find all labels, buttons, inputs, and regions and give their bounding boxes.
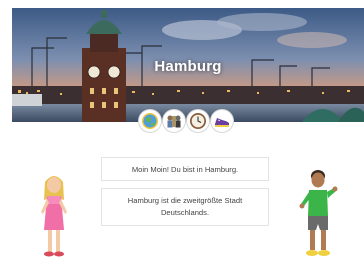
globe-icon — [142, 113, 158, 129]
clock-icon — [190, 113, 206, 129]
dialog-line-1: Moin Moin! Du bist in Hamburg. — [101, 157, 269, 181]
page: Hamburg Moin Moin! Du bist in Hamburg. H… — [0, 0, 364, 266]
category-icon-row — [139, 110, 235, 134]
shoe-icon — [215, 118, 229, 127]
boy-character — [299, 170, 338, 256]
clock-button[interactable] — [187, 110, 209, 132]
people-icon — [167, 115, 181, 128]
city-title: Hamburg — [154, 58, 222, 75]
shoe-button[interactable] — [211, 110, 233, 132]
people-button[interactable] — [163, 110, 185, 132]
dialog-line-2: Hamburg ist die zweitgrößte Stadt Deutsc… — [101, 188, 269, 226]
girl-character — [41, 176, 67, 257]
hero-banner: Hamburg — [12, 8, 364, 122]
globe-button[interactable] — [139, 110, 161, 132]
